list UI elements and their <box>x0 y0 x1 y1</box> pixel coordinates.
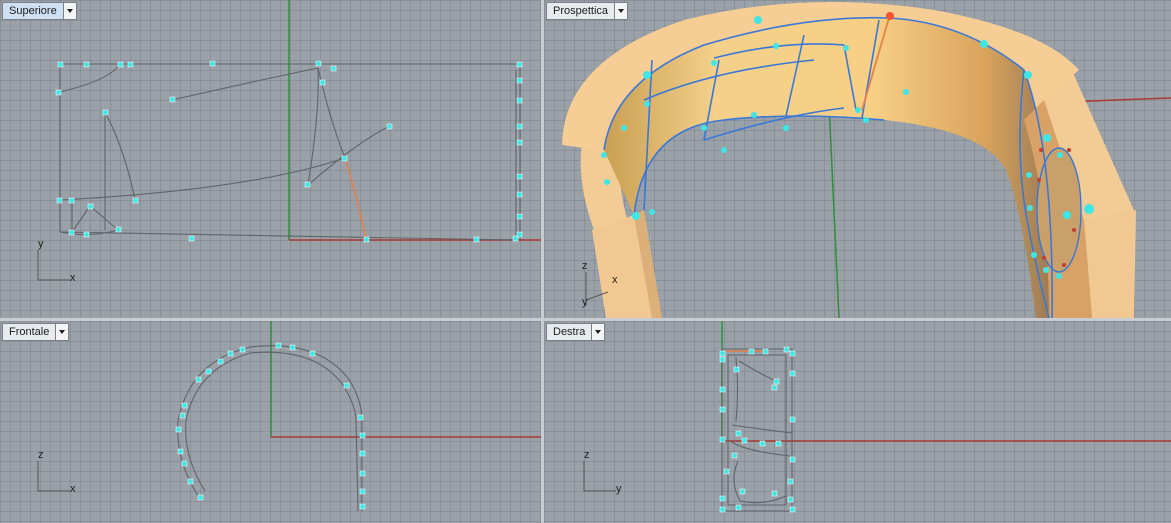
perspective-scene <box>562 2 1171 318</box>
right-view-scene <box>719 321 1171 513</box>
axis-label-vertical: z <box>38 449 44 461</box>
chevron-down-icon[interactable] <box>62 3 76 19</box>
axis-label-horizontal: x <box>612 274 618 286</box>
viewport-right[interactable]: Destra z y <box>544 321 1171 523</box>
chevron-down-icon[interactable] <box>591 324 605 340</box>
chevron-down-icon[interactable] <box>614 3 628 19</box>
viewport-label: Prospettica <box>553 5 609 17</box>
viewport-perspective[interactable]: Prospettica z x y <box>544 0 1171 318</box>
axis-indicator: y x <box>30 238 80 286</box>
axis-indicator: z x y <box>578 260 628 308</box>
axis-label-vertical: z <box>582 260 588 272</box>
axis-label-horizontal: x <box>70 272 76 284</box>
viewport-top[interactable]: Superiore y x <box>0 0 541 318</box>
axis-label-vertical: z <box>584 449 590 461</box>
axis-label-horizontal: y <box>616 483 622 495</box>
viewport-tab-top[interactable]: Superiore <box>2 2 77 20</box>
axis-label-horizontal: x <box>70 483 76 495</box>
viewport-label: Frontale <box>9 326 50 338</box>
axis-label-depth: y <box>582 296 588 308</box>
axis-indicator: z x <box>30 449 80 497</box>
viewport-tab-front[interactable]: Frontale <box>2 323 70 341</box>
viewport-tab-perspective[interactable]: Prospettica <box>546 2 629 20</box>
front-view-scene <box>175 321 541 512</box>
axis-label-vertical: y <box>38 238 44 250</box>
axis-indicator: z y <box>576 449 626 497</box>
top-view-scene <box>55 0 541 243</box>
chevron-down-icon[interactable] <box>55 324 69 340</box>
viewport-front[interactable]: Frontale z x <box>0 321 541 523</box>
viewport-label: Superiore <box>9 5 57 17</box>
viewport-label: Destra <box>553 326 586 338</box>
viewport-tab-right[interactable]: Destra <box>546 323 606 341</box>
